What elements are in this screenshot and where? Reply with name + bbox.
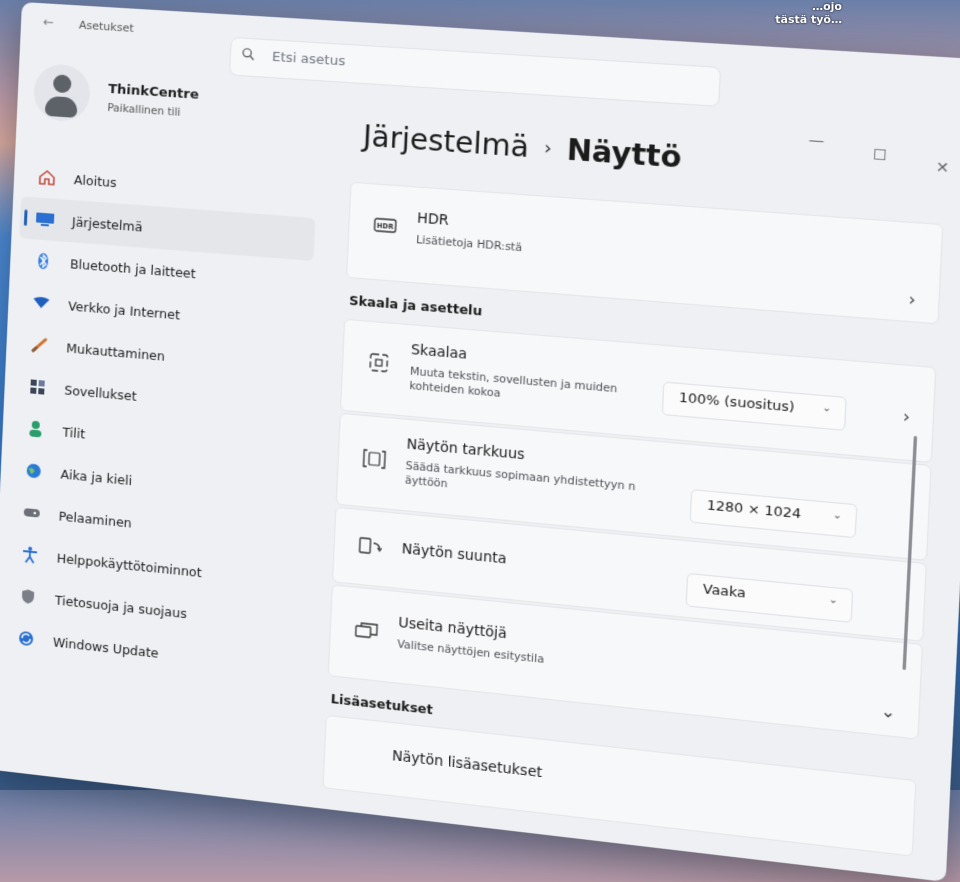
breadcrumb-parent[interactable]: Järjestelmä: [362, 119, 529, 164]
sidebar-item-label: Aloitus: [73, 171, 117, 190]
sidebar-nav: Aloitus Järjestelmä Bluetooth ja laittee…: [0, 154, 317, 688]
brush-icon: [28, 335, 51, 355]
sidebar-item-label: Mukauttaminen: [65, 339, 166, 364]
gamepad-icon: [20, 503, 43, 523]
chevron-right-icon[interactable]: ›: [902, 406, 910, 427]
update-icon: [15, 628, 38, 648]
sidebar: ThinkCentre Paikallinen tili Aloitus Jär…: [0, 58, 324, 805]
desktop-text-line-1: …ojo: [812, 0, 842, 13]
hdr-icon: HDR: [372, 213, 398, 237]
resolution-icon: [361, 447, 387, 472]
profile-account-type: Paikallinen tili: [107, 101, 181, 119]
orientation-dropdown[interactable]: Vaaka ⌄: [685, 572, 854, 623]
chevron-down-icon: ⌄: [821, 402, 832, 415]
chevron-down-icon: ⌄: [832, 509, 843, 523]
sidebar-item-label: Tietosuoja ja suojaus: [54, 591, 188, 621]
resolution-dropdown-value: 1280 × 1024: [706, 497, 802, 523]
scale-title: Skaalaa: [410, 341, 468, 363]
advanced-display-title: Näytön lisäasetukset: [391, 747, 543, 782]
sidebar-item-label: Bluetooth ja laitteet: [69, 255, 197, 281]
hdr-description: Lisätietoja HDR:stä: [415, 233, 523, 255]
desktop-text-line-2: tästä työ…: [775, 13, 842, 26]
svg-text:HDR: HDR: [377, 222, 394, 231]
sidebar-item-label: Järjestelmä: [71, 213, 143, 235]
accessibility-icon: [19, 545, 42, 565]
wifi-icon: [30, 293, 53, 313]
scale-description: Muuta tekstin, sovellusten ja muiden koh…: [409, 365, 618, 400]
settings-window: ← Asetukset Etsi asetus — ☐ ✕ ThinkCentr…: [0, 2, 960, 882]
page-title: Näyttö: [565, 132, 683, 175]
person-icon: [24, 419, 47, 439]
home-icon: [36, 167, 59, 187]
bluetooth-icon: [32, 251, 55, 271]
sidebar-item-label: Sovellukset: [64, 381, 137, 404]
scale-dropdown-value: 100% (suositus): [678, 390, 795, 416]
section-heading-scale-layout: Skaala ja asettelu: [348, 292, 483, 319]
search-placeholder: Etsi asetus: [271, 49, 346, 70]
sidebar-item-label: Helppokäyttötoiminnot: [56, 549, 203, 580]
desktop-corner-text: …ojo tästä työ…: [775, 0, 842, 26]
chevron-down-icon: ⌄: [828, 594, 839, 607]
scale-dropdown[interactable]: 100% (suositus) ⌄: [661, 381, 847, 431]
sidebar-item-label: Aika ja kieli: [60, 465, 133, 488]
apps-icon: [26, 377, 49, 397]
profile-name: ThinkCentre: [107, 81, 200, 103]
chevron-right-icon: ›: [908, 288, 917, 310]
scale-icon: [366, 350, 392, 375]
main-content: Järjestelmä › Näyttö HDR HDR Lisätietoja H…: [321, 79, 948, 878]
resolution-title: Näytön tarkkuus: [406, 436, 525, 464]
shield-icon: [17, 587, 40, 607]
resolution-dropdown[interactable]: 1280 × 1024 ⌄: [689, 489, 858, 539]
sidebar-item-label: Verkko ja Internet: [67, 297, 181, 323]
chevron-down-icon[interactable]: ⌄: [880, 701, 896, 723]
resolution-description: Säädä tarkkuus sopimaan yhdistettyyn n ä…: [404, 459, 636, 494]
orientation-dropdown-value: Vaaka: [702, 581, 747, 602]
orientation-icon: [357, 535, 383, 560]
breadcrumb: Järjestelmä › Näyttö: [362, 119, 682, 175]
app-title: Asetukset: [78, 18, 135, 35]
breadcrumb-separator: ›: [543, 137, 553, 160]
sidebar-item-label: Pelaaminen: [58, 507, 133, 531]
profile[interactable]: ThinkCentre Paikallinen tili: [32, 62, 298, 141]
section-heading-more-settings: Lisäasetukset: [330, 690, 434, 718]
avatar: [32, 62, 92, 123]
globe-icon: [22, 461, 45, 481]
back-arrow-icon[interactable]: ←: [43, 15, 55, 31]
multiple-displays-icon: [353, 618, 379, 643]
advanced-display-card[interactable]: Näytön lisäasetukset: [322, 714, 917, 857]
hdr-title: HDR: [416, 210, 450, 230]
display-icon: [34, 209, 57, 229]
multiple-displays-description: Valitse näyttöjen esitystila: [397, 638, 545, 667]
orientation-title: Näytön suunta: [401, 540, 507, 568]
search-icon: [241, 47, 256, 62]
sidebar-item-label: Windows Update: [52, 633, 159, 661]
sidebar-item-label: Tilit: [62, 423, 86, 442]
